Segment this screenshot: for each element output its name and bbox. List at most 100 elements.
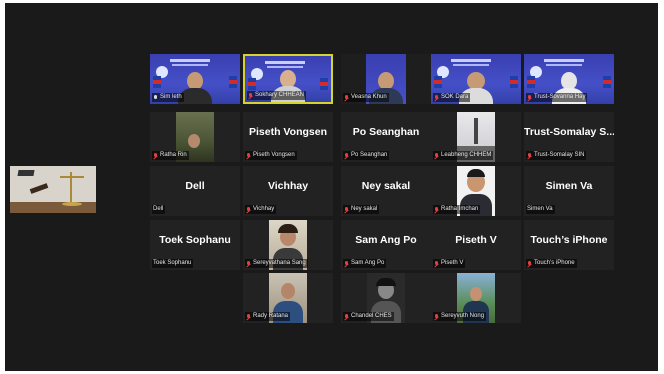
participant-tile[interactable]: Simen Va Simen Va [524,166,614,216]
tower [474,118,478,144]
participant-display-name: Toek Sophanu [159,234,231,246]
banner-text [546,64,582,66]
participant-name-label: Sereyvathana Sang [245,259,308,268]
muted-mic-icon [434,260,439,267]
participant-tile[interactable]: Ratha Rin [150,112,240,162]
muted-mic-icon [344,206,349,213]
muted-mic-icon [527,152,532,159]
banner-text [170,59,210,62]
banner-text [172,64,208,66]
participant-tile[interactable]: Sam Ang Po Sam Ang Po [341,220,431,270]
muted-mic-icon [434,152,439,159]
participant-tile[interactable]: Dell Dell [150,166,240,216]
participant-name-label: SOK Dara [433,93,471,102]
participant-tile[interactable]: Chandel CHES [341,273,431,323]
participant-name-label: Toek Sophanu [152,259,194,268]
participant-display-name: Vichhay [267,180,309,192]
participant-tile[interactable]: Touch’s iPhone Touch’s iPhone [524,220,614,270]
self-view-video[interactable] [10,166,96,213]
flag [603,76,611,88]
video-tile[interactable]: Trust-Sovanna Hay [524,54,614,104]
muted-mic-icon [527,260,532,267]
banner-text [265,61,305,64]
participant-tile[interactable]: Piseth V Piseth V [431,220,521,270]
muted-mic-icon [246,260,251,267]
participant-tile[interactable]: Vichhay Vichhay [243,166,333,216]
participant-name-label: Simen Va [526,205,555,214]
video-tile[interactable]: Veasna Khun [341,54,431,104]
video-tile[interactable]: SOK Dara [431,54,521,104]
participant-tile[interactable]: Sereyvuth Nong [431,273,521,323]
hair [278,224,298,233]
participant-tile[interactable]: Sereyvathana Sang [243,220,333,270]
participant-display-name: Piseth V [455,234,497,246]
scale-base [62,202,82,206]
participant-name: Toek Sophanu [153,260,192,266]
gavel-head [29,183,49,194]
participant-name: Trust-Somalay SIN [534,152,585,158]
participant-tile[interactable]: Rady Ratana [243,273,333,323]
participant-name: Po Seanghan [351,152,388,158]
participant-tile[interactable]: Toek Sophanu Toek Sophanu [150,220,240,270]
participant-display-name: Piseth Vongsen [249,126,327,138]
participant-tile[interactable]: Trust-Somalay S... Trust-Somalay SIN [524,112,614,162]
muted-mic-icon [246,206,251,213]
mic-icon [153,94,158,101]
participant-name-label: Ney sakal [343,205,380,214]
flag [527,76,535,88]
flag [229,76,237,88]
participant-display-name: Trust-Somalay S... [524,126,614,138]
participant-display-name: Sam Ang Po [355,234,417,246]
flag [510,76,518,88]
participant-name-label: Trust-Somalay SIN [526,151,587,160]
gavel-icon [17,170,35,176]
muted-mic-icon [246,152,251,159]
participant-display-name: Po Seanghan [352,126,420,138]
participant-display-name: Simen Va [545,180,593,192]
participant-name-label: Vichhay [245,205,277,214]
muted-mic-icon [434,94,439,101]
muted-mic-icon [248,92,253,99]
muted-mic-icon [344,152,349,159]
muted-mic-icon [344,260,349,267]
muted-mic-icon [527,94,532,101]
desk [10,202,96,213]
participant-name: Simen Va [527,206,553,212]
participant-name: Dell [153,206,164,212]
participant-tile[interactable]: Leabheng CHHEM [431,112,521,162]
face [470,287,482,301]
participant-name-label: Trust-Sovanna Hay [526,93,588,102]
scale-beam [60,176,84,178]
video-tile[interactable]: Sim leth [150,54,240,104]
participant-tile[interactable]: Ney sakal Ney sakal [341,166,431,216]
participant-name-label: Sim leth [152,93,184,102]
participant-name: Sam Ang Po [351,260,385,266]
participant-name-label: Veasna Khun [343,93,389,102]
video-tile-active-speaker[interactable]: Sokhary CHHEAN [243,54,333,104]
participant-name: Rady Ratana [253,313,289,319]
participant-name: Touch’s iPhone [534,260,575,266]
participant-name: Ney sakal [351,206,378,212]
participant-name-label: Sam Ang Po [343,259,387,268]
participant-name-label: Po Seanghan [343,151,390,160]
participant-name-label: Sereyvuth Nong [433,312,487,321]
banner-text [451,59,491,62]
participant-tile[interactable]: Po Seanghan Po Seanghan [341,112,431,162]
participant-name: Sereyvuth Nong [441,313,485,319]
participant-name: Chandel CHES [351,313,392,319]
participant-name-label: Ratha Rin [152,151,189,160]
muted-mic-icon [246,313,251,320]
face [281,283,295,299]
participant-display-name: Dell [185,180,205,192]
participant-display-name: Ney sakal [361,180,411,192]
banner-text [453,64,489,66]
flag [434,76,442,88]
participant-tile[interactable]: Piseth Vongsen Piseth Vongsen [243,112,333,162]
participant-tile[interactable]: Ratha Imchan [431,166,521,216]
participant-name: Ratha Rin [160,152,187,158]
flag [153,76,161,88]
face [188,134,200,148]
participant-name-label: Touch’s iPhone [526,259,577,268]
muted-mic-icon [344,94,349,101]
muted-mic-icon [344,313,349,320]
